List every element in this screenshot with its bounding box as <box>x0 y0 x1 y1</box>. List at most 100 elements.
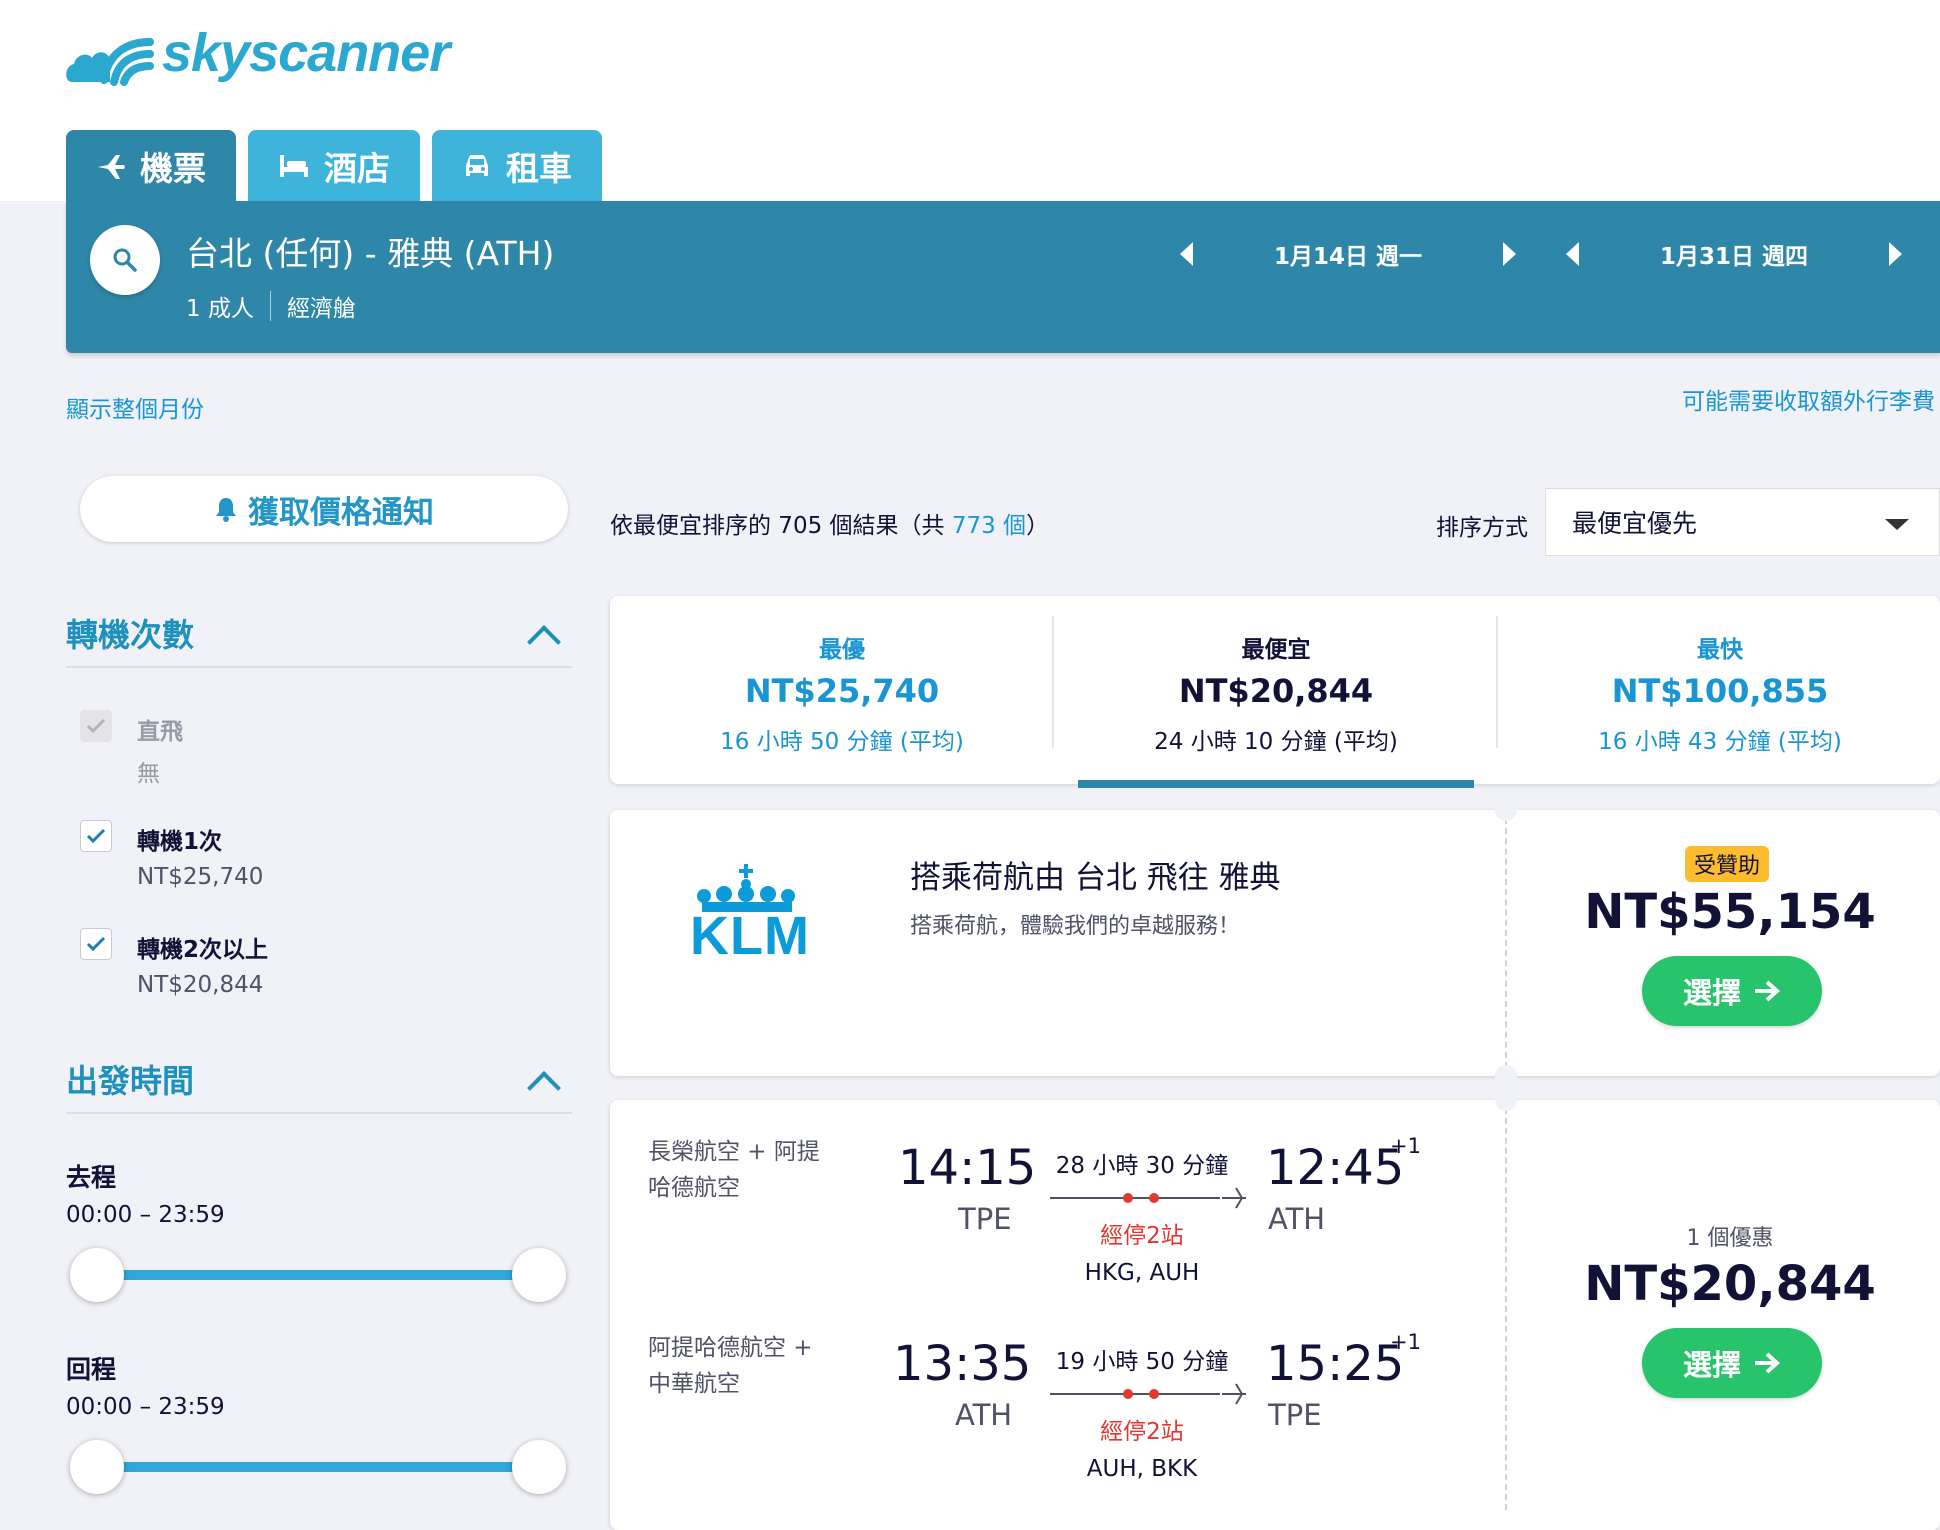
active-tab-indicator <box>1078 780 1474 788</box>
select-label: 選擇 <box>1682 976 1741 1010</box>
depart-airport: ATH <box>955 1398 1013 1432</box>
outbound-slider-end-handle[interactable] <box>512 1248 566 1302</box>
summary-fastest[interactable]: 最快 NT$100,855 16 小時 43 分鐘 (平均) <box>1500 596 1940 756</box>
next-depart-date-button[interactable] <box>1503 242 1516 266</box>
airline-name-line: 中華航空 <box>648 1371 740 1397</box>
passenger-count: 1 成人 <box>186 296 254 322</box>
cabin-class: 經濟艙 <box>286 296 356 322</box>
summary-best-price: NT$25,740 <box>744 672 940 710</box>
show-whole-month-link[interactable]: 顯示整個月份 <box>66 390 204 424</box>
depart-time: 13:35 <box>893 1336 1032 1392</box>
search-icon <box>113 248 137 272</box>
one-stop-price: NT$25,740 <box>137 864 264 890</box>
summary-fastest-duration: 16 小時 43 分鐘 (平均) <box>1598 729 1842 755</box>
itinerary-price: NT$20,844 <box>1584 1256 1876 1312</box>
tab-label: 租車 <box>506 148 572 188</box>
chevron-up-icon[interactable] <box>527 625 561 659</box>
results-count-suffix: ） <box>1026 513 1050 539</box>
outbound-slider-start-handle[interactable] <box>70 1248 124 1302</box>
depart-date-picker: 1月14日 週一 <box>1180 237 1516 271</box>
return-slider-end-handle[interactable] <box>512 1440 566 1494</box>
airline-name-line: 長榮航空 + 阿提 <box>648 1139 820 1165</box>
sort-label: 排序方式 <box>1436 515 1528 541</box>
one-stop-checkbox[interactable] <box>80 820 112 852</box>
check-icon <box>86 718 106 734</box>
ticket-notch <box>1495 1089 1517 1111</box>
divider <box>1505 818 1507 1068</box>
arrow-right-icon <box>1755 980 1780 1002</box>
return-date-picker: 1月31日 週四 <box>1566 237 1902 271</box>
baggage-fee-link[interactable]: 可能需要收取額外行李費 <box>1682 382 1935 416</box>
klm-logo-text: KLM <box>690 906 810 966</box>
sponsored-badge: 受贊助 <box>1685 846 1769 882</box>
return-date[interactable]: 1月31日 週四 <box>1579 237 1889 271</box>
trip-details: 1 成人 經濟艙 <box>186 289 356 323</box>
tab-label: 酒店 <box>324 148 390 188</box>
next-return-date-button[interactable] <box>1889 242 1902 266</box>
direct-price: 無 <box>137 761 160 787</box>
two-plus-stops-checkbox[interactable] <box>80 928 112 960</box>
search-summary-bar: 台北 (任何) - 雅典 (ATH) 1 成人 經濟艙 1月14日 週一 1月3… <box>66 201 1940 353</box>
arrive-time: 12:45 <box>1266 1140 1405 1196</box>
tab-car-hire[interactable]: 租車 <box>432 130 602 201</box>
sort-dropdown[interactable]: 最便宜優先 <box>1545 488 1940 556</box>
return-label: 回程 <box>66 1355 117 1384</box>
ad-price: NT$55,154 <box>1584 884 1876 940</box>
car-icon <box>466 154 488 176</box>
airline-name-line: 阿提哈德航空 + <box>648 1335 813 1361</box>
divider <box>66 666 572 668</box>
return-time-range: 00:00 – 23:59 <box>66 1394 225 1420</box>
stops-count: 經停2站 <box>1100 1419 1184 1445</box>
departure-time-filter-title[interactable]: 出發時間 <box>66 1056 194 1102</box>
stops-count: 經停2站 <box>1100 1223 1184 1249</box>
sort-value: 最便宜優先 <box>1572 509 1698 538</box>
route-line-icon <box>1050 1187 1246 1209</box>
arrow-right-icon <box>1755 1352 1780 1374</box>
tab-flights[interactable]: 機票 <box>66 130 236 201</box>
ad-select-button[interactable]: 選擇 <box>1642 956 1822 1026</box>
one-stop-label: 轉機1次 <box>137 829 223 855</box>
bell-icon <box>216 498 236 522</box>
direct-checkbox[interactable] <box>80 710 112 742</box>
ad-subtitle: 搭乘荷航，體驗我們的卓越服務！ <box>910 914 1241 939</box>
ad-title: 搭乘荷航由 台北 飛往 雅典 <box>910 860 1281 896</box>
itinerary-select-button[interactable]: 選擇 <box>1642 1328 1822 1398</box>
price-alert-button[interactable]: 獲取價格通知 <box>80 476 568 542</box>
outbound-label: 去程 <box>66 1163 117 1192</box>
brand-name: skyscanner <box>162 23 450 83</box>
product-tabs: 機票 酒店 租車 <box>66 130 602 201</box>
stop-airports: HKG, AUH <box>1084 1260 1200 1286</box>
leg-duration: 28 小時 30 分鐘 <box>1055 1153 1229 1179</box>
skyscanner-logo[interactable]: skyscanner <box>64 20 450 86</box>
results-count: 依最便宜排序的 705 個結果（共 773 個） <box>610 506 1049 540</box>
return-time-slider[interactable] <box>96 1462 540 1472</box>
outbound-time-range: 00:00 – 23:59 <box>66 1202 225 1228</box>
summary-cheapest-label: 最便宜 <box>1241 637 1311 663</box>
prev-depart-date-button[interactable] <box>1180 242 1193 266</box>
airline-name-line: 哈德航空 <box>648 1175 740 1201</box>
tab-label: 機票 <box>140 148 206 188</box>
chevron-up-icon[interactable] <box>527 1071 561 1105</box>
route-line-icon <box>1050 1383 1246 1405</box>
route-title: 台北 (任何) - 雅典 (ATH) <box>186 234 555 273</box>
day-offset: +1 <box>1390 1134 1421 1158</box>
results-total-link[interactable]: 773 個 <box>952 513 1026 539</box>
offers-count: 1 個優惠 <box>1686 1226 1774 1251</box>
depart-time: 14:15 <box>898 1140 1037 1196</box>
summary-cheapest[interactable]: 最便宜 NT$20,844 24 小時 10 分鐘 (平均) <box>1056 596 1496 756</box>
divider <box>1052 616 1054 748</box>
summary-best-label: 最優 <box>819 637 865 663</box>
arrive-time: 15:25 <box>1266 1336 1405 1392</box>
tab-hotels[interactable]: 酒店 <box>248 130 420 201</box>
summary-best[interactable]: 最優 NT$25,740 16 小時 50 分鐘 (平均) <box>622 596 1062 756</box>
stops-filter-title[interactable]: 轉機次數 <box>66 610 194 656</box>
return-slider-start-handle[interactable] <box>70 1440 124 1494</box>
depart-date[interactable]: 1月14日 週一 <box>1193 237 1503 271</box>
summary-best-duration: 16 小時 50 分鐘 (平均) <box>720 729 964 755</box>
prev-return-date-button[interactable] <box>1566 242 1579 266</box>
chevron-down-icon <box>1885 519 1909 530</box>
edit-search-button[interactable] <box>90 225 160 295</box>
ticket-notch <box>1495 799 1517 821</box>
summary-fastest-price: NT$100,855 <box>1611 672 1829 710</box>
outbound-time-slider[interactable] <box>96 1270 540 1280</box>
